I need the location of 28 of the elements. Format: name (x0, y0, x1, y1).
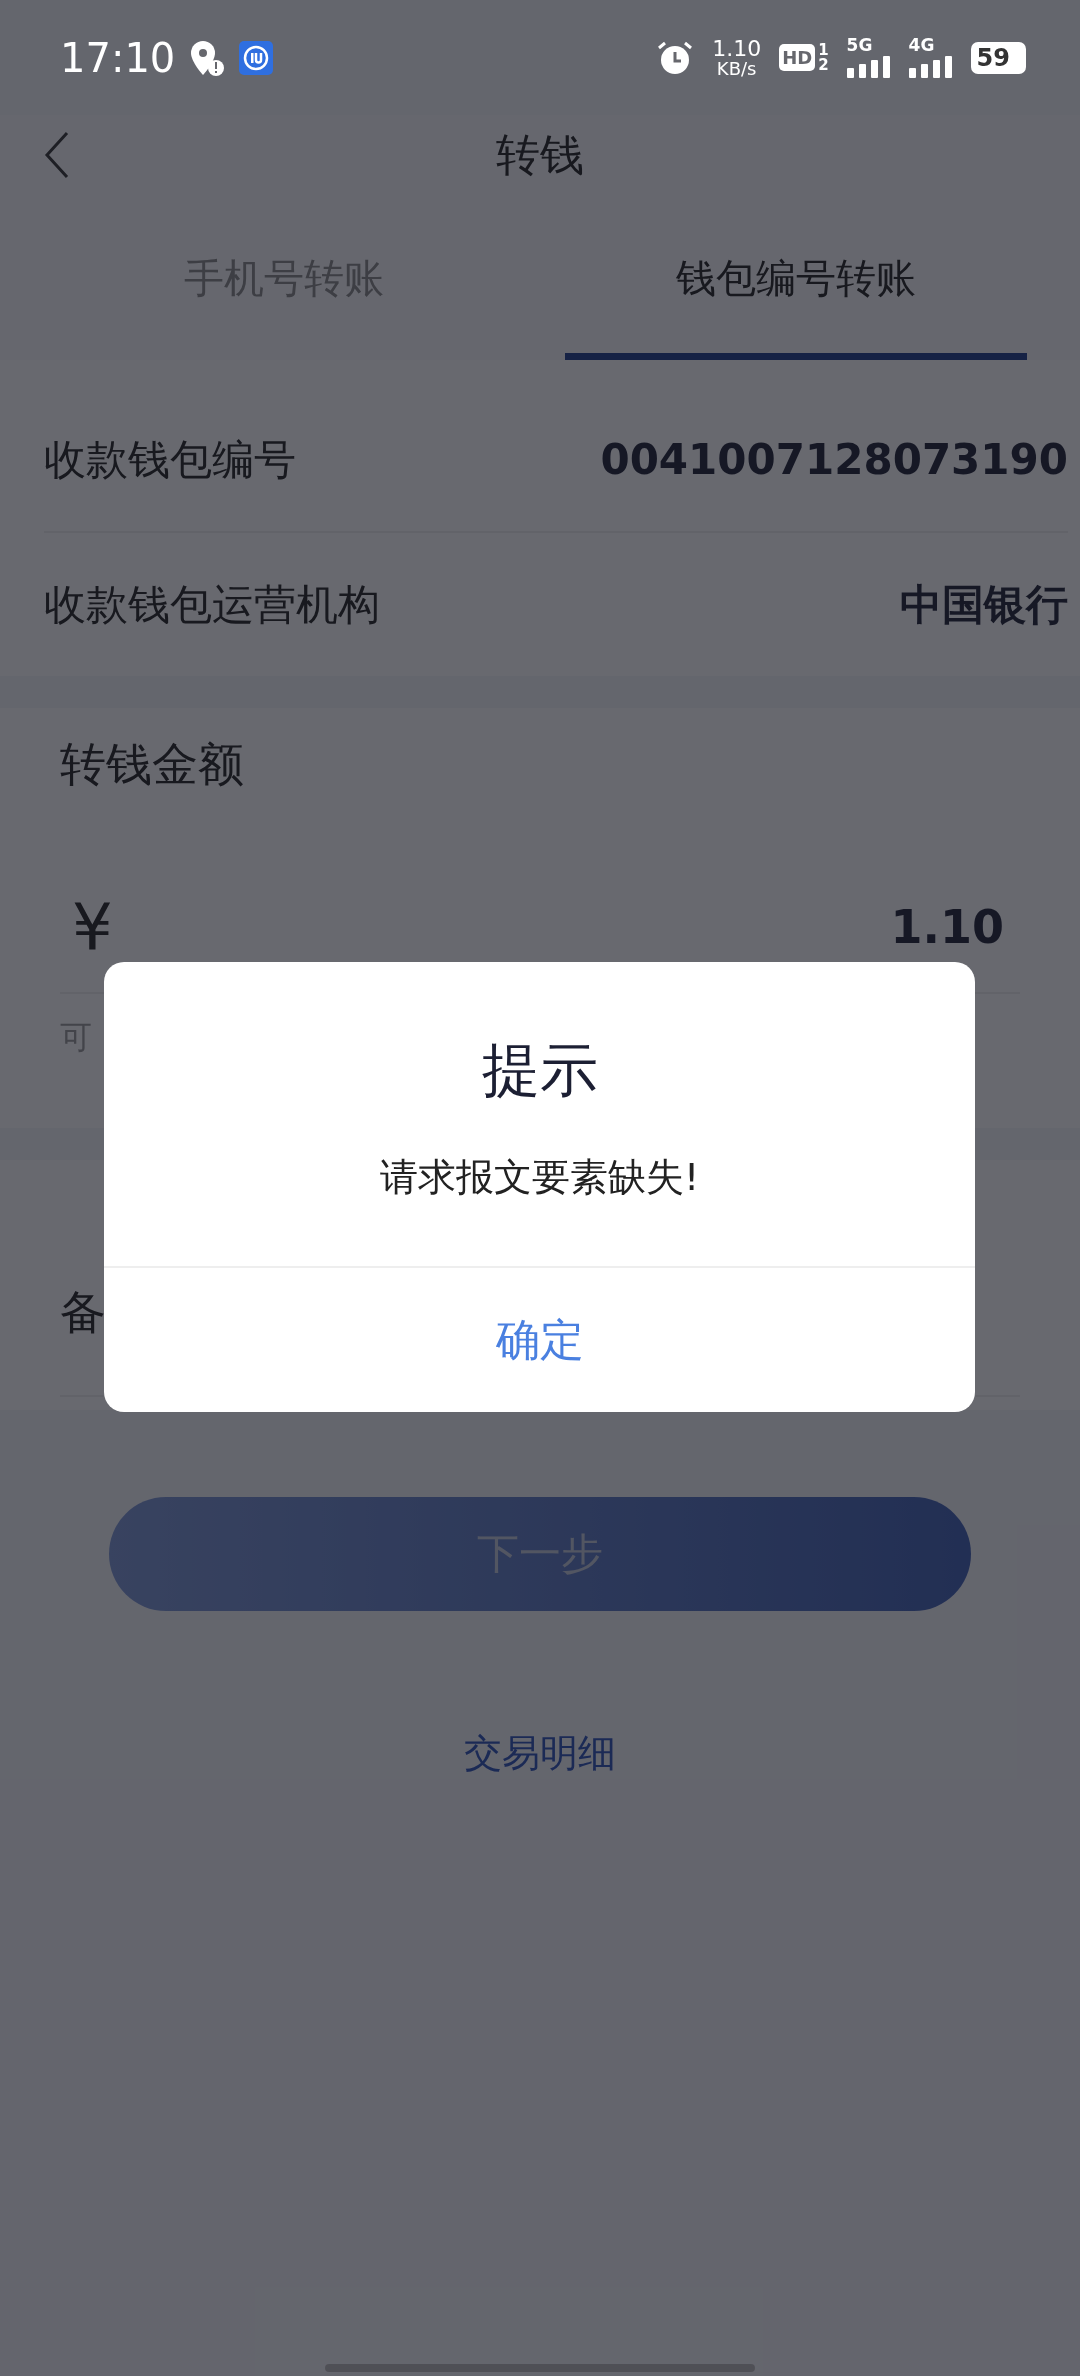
sim-label: 1 (818, 42, 829, 58)
clock-time: 17:10 (60, 34, 176, 81)
signal-icon (908, 56, 953, 78)
dialog-message: 请求报文要素缺失! (379, 1154, 700, 1201)
field-value: 中国银行 (900, 578, 1068, 631)
remark-label: 备 (60, 1283, 106, 1341)
network-type: 4G (908, 37, 936, 54)
field-label: 收款钱包运营机构 (44, 578, 380, 631)
app-badge-icon (239, 40, 274, 75)
network-type: 5G (846, 37, 874, 54)
details-link[interactable]: 交易明细 (464, 1728, 616, 1779)
field-label: 收款钱包编号 (44, 433, 296, 486)
alarm-icon (656, 39, 695, 76)
section-title: 转钱金额 (60, 736, 245, 793)
speed-unit: KB/s (716, 59, 757, 78)
location-alert-icon (189, 38, 226, 77)
sim-label: 2 (818, 57, 829, 73)
currency-symbol: ¥ (72, 890, 113, 964)
page-title: 转钱 (495, 127, 585, 182)
back-icon (44, 131, 70, 179)
field-value: 0041007128073190 (600, 435, 1068, 484)
battery-level: 59 (976, 43, 1010, 72)
hd-badge: HD (779, 44, 816, 71)
speed-value: 1.10 (712, 37, 762, 60)
dialog-title: 提示 (481, 1035, 598, 1106)
confirm-button[interactable]: 确定 (104, 1266, 975, 1412)
amount-input[interactable]: 1.10 (890, 900, 1004, 954)
signal-icon (846, 56, 891, 78)
